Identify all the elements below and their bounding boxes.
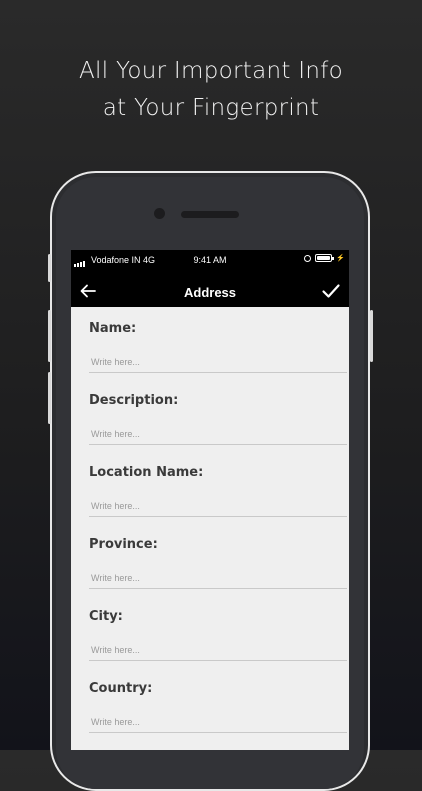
address-form: Name: Description: Location Name: Provin…	[71, 307, 349, 750]
lock-rotation-icon	[304, 254, 312, 262]
field-location-name: Location Name:	[71, 451, 349, 523]
name-input[interactable]	[89, 351, 347, 373]
field-description: Description:	[71, 379, 349, 451]
headline-line-2: at Your Fingerprint	[102, 95, 320, 121]
field-label-city: City:	[89, 609, 123, 624]
checkmark-icon[interactable]	[321, 281, 341, 301]
mute-switch	[48, 254, 51, 282]
field-label-description: Description:	[89, 393, 179, 408]
headline-line-1: All Your Important Info	[79, 58, 343, 84]
earpiece-speaker	[181, 211, 239, 218]
power-button	[370, 310, 373, 362]
page-title: Address	[183, 285, 237, 300]
field-label-country: Country:	[89, 681, 153, 696]
battery-icon	[315, 254, 335, 262]
status-icons: ⚡	[304, 254, 345, 262]
field-name: Name:	[71, 307, 349, 379]
volume-down-button	[48, 372, 51, 424]
volume-up-button	[48, 310, 51, 362]
field-label-province: Province:	[89, 537, 158, 552]
country-input[interactable]	[89, 711, 347, 733]
province-input[interactable]	[89, 567, 347, 589]
front-camera	[154, 208, 165, 219]
description-input[interactable]	[89, 423, 347, 445]
field-city: City:	[71, 595, 349, 667]
field-label-location-name: Location Name:	[89, 465, 204, 480]
status-bar: Vodafone IN 4G 9:41 AM ⚡	[71, 250, 349, 270]
location-name-input[interactable]	[89, 495, 347, 517]
field-label-name: Name:	[89, 321, 137, 336]
city-input[interactable]	[89, 639, 347, 661]
charging-icon: ⚡	[336, 255, 345, 262]
field-country: Country:	[71, 667, 349, 739]
phone-screen: Vodafone IN 4G 9:41 AM ⚡ Address Name: D…	[71, 250, 349, 750]
nav-bar: Address	[71, 275, 349, 307]
field-province: Province:	[71, 523, 349, 595]
